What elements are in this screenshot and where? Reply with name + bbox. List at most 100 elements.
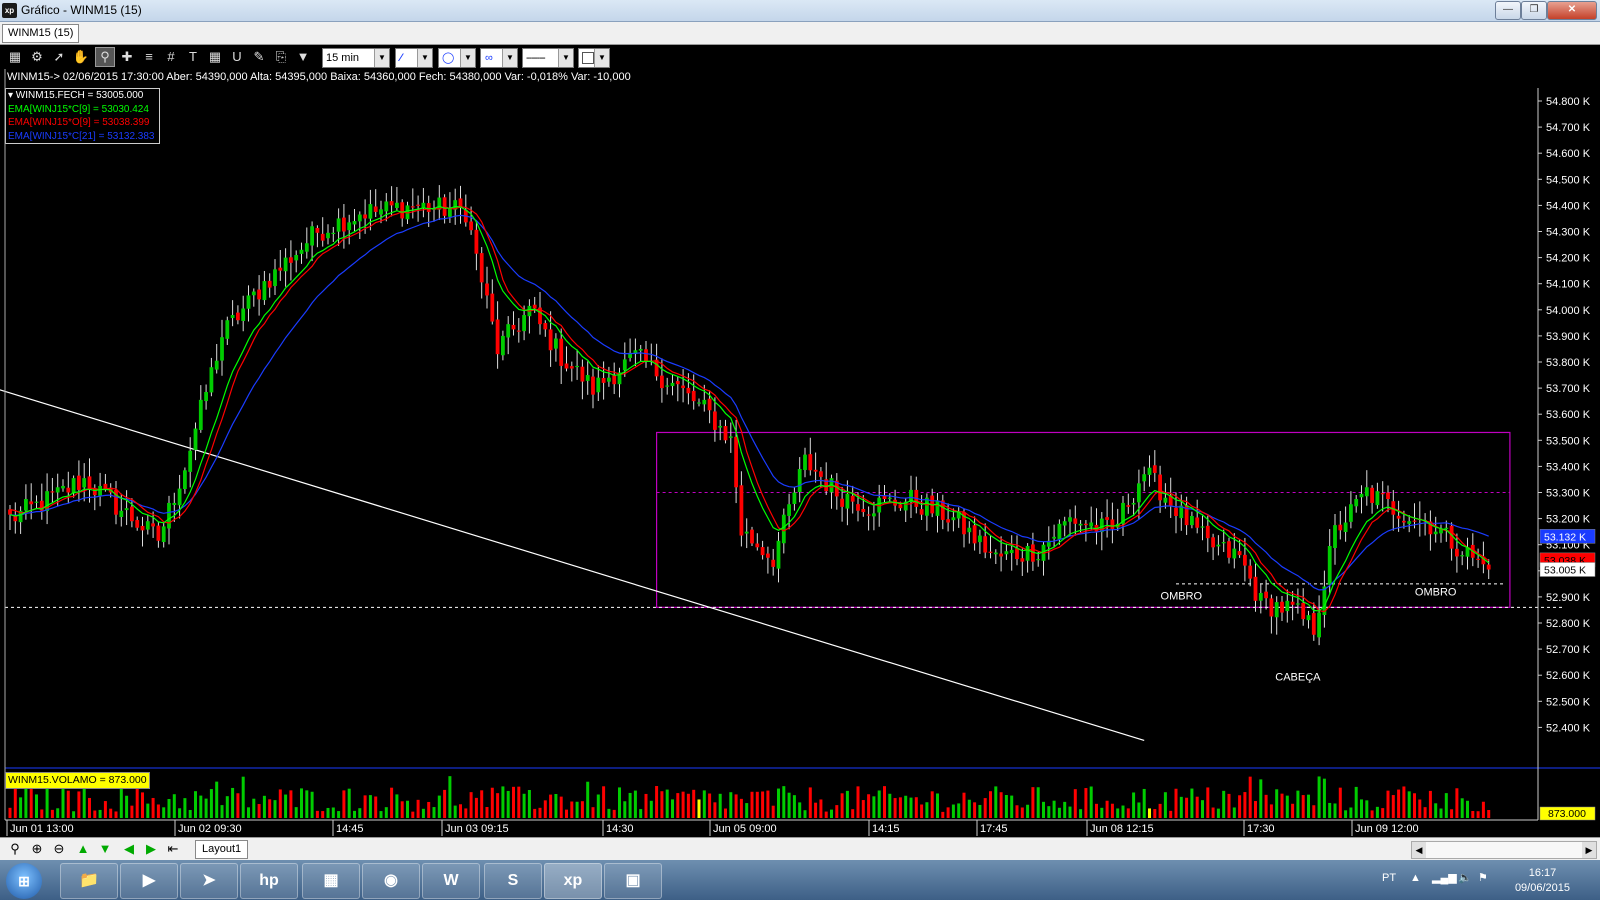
- volume-bar: [644, 793, 648, 818]
- candle-body: [1195, 517, 1200, 528]
- screen-preview-icon[interactable]: ▣: [604, 863, 662, 899]
- flag-icon[interactable]: ⚑: [1478, 871, 1488, 884]
- volume-bar: [1222, 790, 1226, 818]
- scroll-left-icon[interactable]: ◀: [1412, 842, 1426, 858]
- volume-bar: [1121, 805, 1125, 818]
- hand-icon[interactable]: ✋: [72, 48, 90, 66]
- word-icon[interactable]: W: [422, 863, 480, 899]
- price-tick-label: 54.200 K: [1546, 253, 1591, 265]
- line-style-select[interactable]: ------- ▼: [522, 48, 574, 68]
- candle-body: [310, 226, 314, 246]
- candle-body: [230, 315, 235, 319]
- arrow-right-icon[interactable]: ▶: [142, 840, 160, 858]
- tray-expand-icon[interactable]: ▲: [1410, 872, 1421, 884]
- volume-bar: [337, 811, 341, 818]
- volume-bar: [45, 786, 49, 818]
- line-tool-select[interactable]: ⁄ ▼: [395, 48, 433, 68]
- magnet-icon[interactable]: U: [228, 48, 246, 66]
- zoom-area-icon[interactable]: ⚲: [95, 47, 115, 67]
- shape-tool-select[interactable]: ◯ ▼: [438, 48, 476, 68]
- speaker-icon[interactable]: 🔈: [1458, 871, 1472, 884]
- media-player-icon[interactable]: ▶: [120, 863, 178, 899]
- candle-body: [850, 495, 855, 502]
- volume-bar: [257, 804, 261, 818]
- scroll-right-icon[interactable]: ▶: [1582, 842, 1596, 858]
- candle-body: [983, 536, 988, 553]
- arrow-up-icon[interactable]: ▲: [74, 840, 92, 858]
- volume-bar: [898, 797, 902, 818]
- volume-bar: [109, 808, 113, 818]
- candle-body: [660, 375, 664, 389]
- volume-bar: [199, 795, 203, 818]
- zoom-out-icon[interactable]: ⊖: [50, 840, 68, 858]
- fibonacci-icon[interactable]: ≡: [140, 48, 158, 66]
- time-tick-label: 17:45: [980, 823, 1008, 835]
- horizontal-scrollbar[interactable]: ◀ ▶: [1411, 841, 1597, 859]
- taskbar-clock[interactable]: 16:17 09/06/2015: [1515, 866, 1570, 896]
- volume-bar: [453, 805, 457, 818]
- volume-bar: [35, 794, 38, 818]
- maximize-button[interactable]: ❐: [1521, 1, 1547, 20]
- candle-body: [71, 478, 76, 494]
- volume-bar: [1349, 807, 1353, 818]
- layout-tab[interactable]: Layout1: [195, 840, 249, 859]
- close-button[interactable]: ✕: [1547, 1, 1597, 20]
- search-icon[interactable]: ⚲: [6, 840, 24, 858]
- volume-bar: [1026, 804, 1030, 818]
- candle-body: [209, 367, 214, 393]
- chevron-down-icon: ▼: [502, 49, 517, 67]
- hp-icon[interactable]: hp: [240, 863, 298, 899]
- candle-body: [739, 485, 744, 536]
- gear-icon[interactable]: ⚙: [28, 48, 46, 66]
- candle-body: [1137, 483, 1141, 503]
- volume-bar: [787, 792, 791, 818]
- filter-icon[interactable]: ▼: [294, 48, 312, 66]
- xp-platform-icon[interactable]: xp: [544, 863, 602, 899]
- volume-bar: [103, 801, 107, 818]
- start-button[interactable]: ⊞: [6, 863, 42, 899]
- candle-body: [999, 553, 1003, 557]
- explorer-icon[interactable]: 📁: [60, 863, 118, 899]
- candle-body: [1068, 517, 1072, 522]
- tab-winm15[interactable]: WINM15 (15): [2, 24, 80, 43]
- minimize-button[interactable]: —: [1495, 1, 1521, 20]
- volume-bar: [978, 804, 982, 818]
- candle-body: [771, 559, 776, 567]
- volume-bar: [1248, 776, 1252, 818]
- price-tick-label: 53.200 K: [1546, 514, 1591, 526]
- chart-type-icon[interactable]: ▦: [6, 48, 24, 66]
- calculator-app-icon[interactable]: ▦: [302, 863, 360, 899]
- pen-tool-select[interactable]: ∞ ▼: [480, 48, 518, 68]
- text-icon[interactable]: T: [184, 48, 202, 66]
- grid-icon[interactable]: #: [162, 48, 180, 66]
- remote-desktop-icon[interactable]: ➤: [180, 863, 238, 899]
- candle-body: [140, 525, 145, 531]
- clipboard-icon[interactable]: ⎘: [272, 48, 290, 66]
- eraser-icon[interactable]: ✎: [250, 48, 268, 66]
- skype-icon[interactable]: S: [484, 863, 542, 899]
- arrow-left-icon[interactable]: ◀: [120, 840, 138, 858]
- volume-bar: [1126, 808, 1130, 818]
- timeframe-select[interactable]: 15 min ▼: [322, 48, 390, 68]
- volume-bar: [1158, 803, 1162, 818]
- arrow-down-icon[interactable]: ▼: [96, 840, 114, 858]
- candle-body: [352, 221, 357, 225]
- candle-body: [373, 206, 378, 212]
- price-tick-label: 54.400 K: [1546, 200, 1591, 212]
- volume-bar: [506, 790, 510, 818]
- volume-bar: [29, 788, 33, 818]
- chrome-icon[interactable]: ◉: [362, 863, 420, 899]
- cursor-icon[interactable]: ➚: [50, 48, 68, 66]
- price-chart[interactable]: OMBRO CABEÇA OMBRO 54.800 K 54.700 K 54.600 …: [0, 69, 1600, 837]
- signal-icon[interactable]: ▂▄▆: [1432, 871, 1457, 884]
- back-to-start-icon[interactable]: ⇤: [164, 840, 182, 858]
- calculator-icon[interactable]: ▦: [206, 48, 224, 66]
- candle-body: [193, 428, 198, 450]
- candle-body: [622, 359, 627, 371]
- volume-bar: [384, 807, 388, 818]
- candle-body: [744, 531, 749, 534]
- language-indicator[interactable]: PT: [1382, 872, 1396, 884]
- crosshair-icon[interactable]: ✚: [118, 48, 136, 66]
- color-select[interactable]: ▼: [578, 48, 610, 68]
- zoom-in-icon[interactable]: ⊕: [28, 840, 46, 858]
